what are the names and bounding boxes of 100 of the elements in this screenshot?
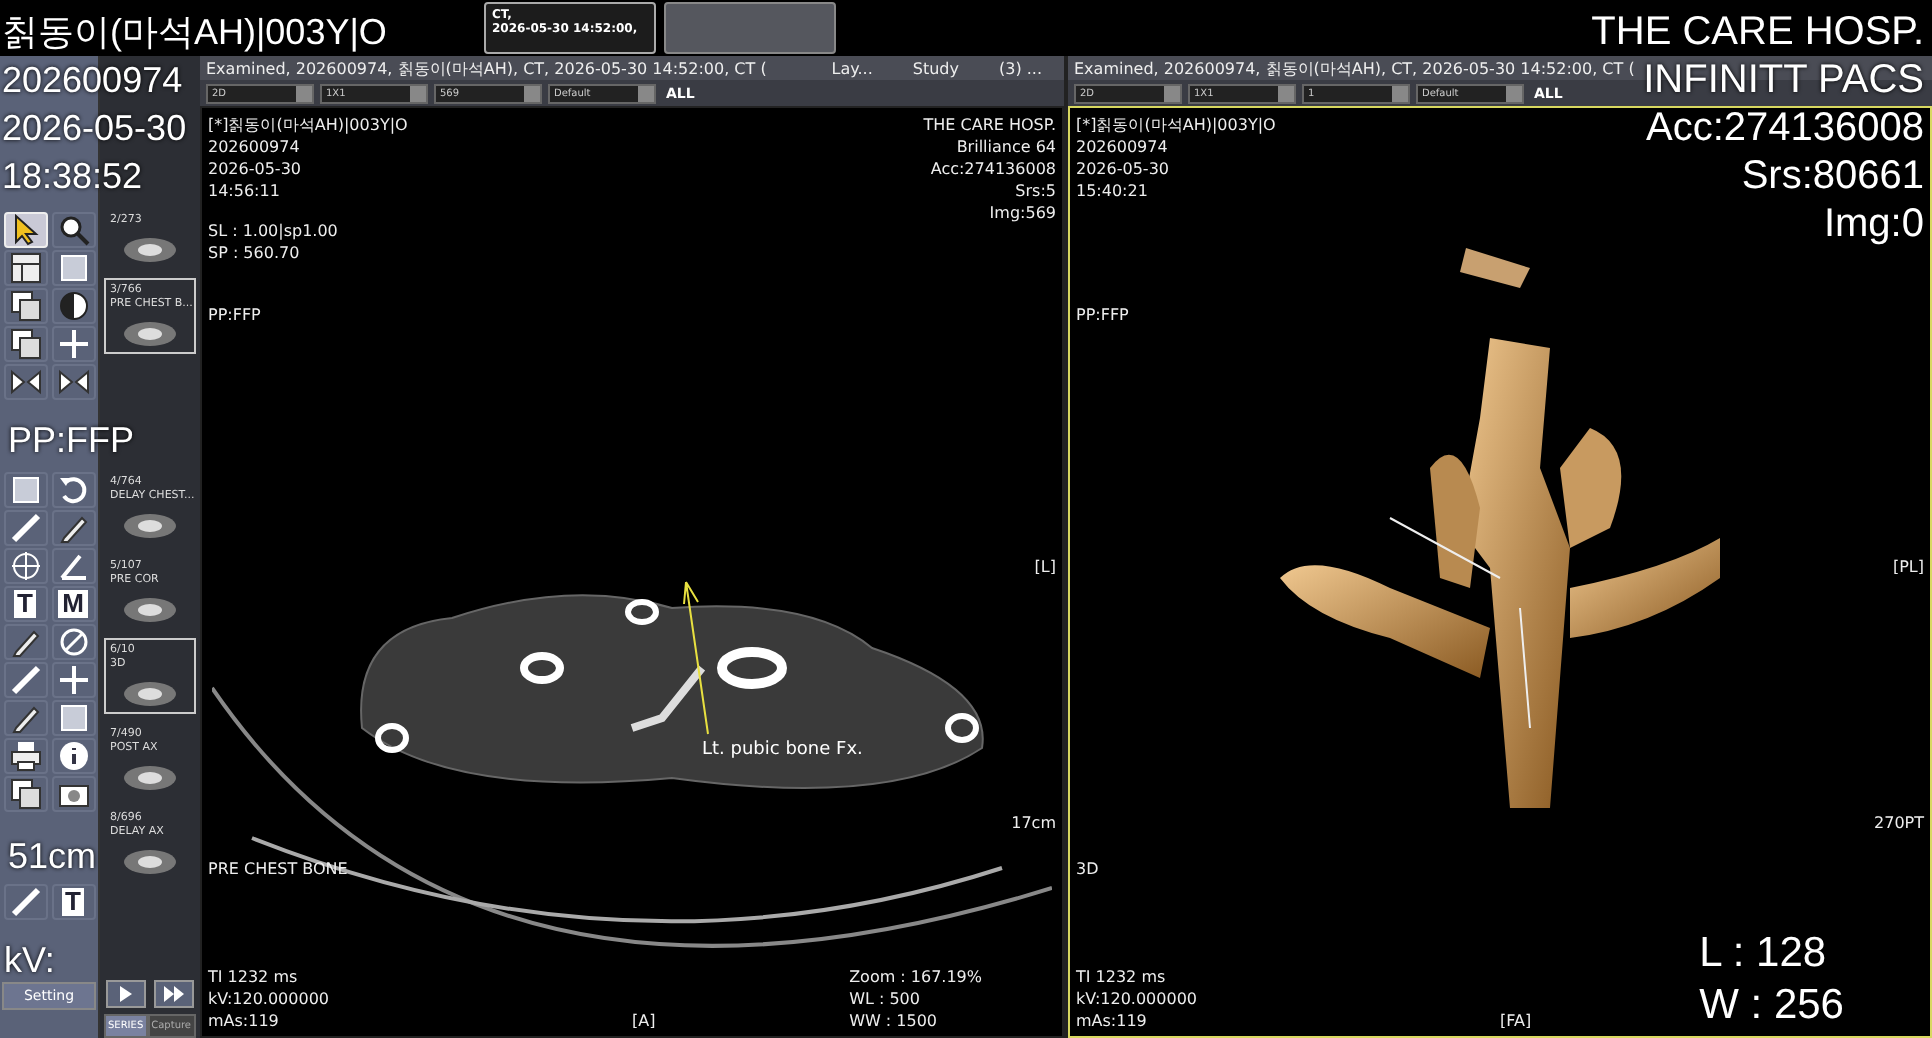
overlay-text: mAs:119 [208,1010,281,1032]
burned-in-text: Img:0 [1823,200,1924,248]
series-name: PRE CHEST BONE [208,858,348,880]
tool-button[interactable] [51,212,95,248]
tool-button[interactable]: M [51,586,95,622]
overlay-text: SP : 560.70 [208,242,302,264]
overlay-text: TI 1232 ms [1076,966,1168,988]
grid-icon [9,252,41,284]
tool-button[interactable] [51,326,95,362]
frame-icon [57,702,89,734]
tool-button[interactable] [51,738,95,774]
orientation-label: PP:FFP [1076,304,1129,326]
burned-in-text: 칡동이(마석AH)|003Y|O [2,10,387,56]
tool-button[interactable]: T [3,586,47,622]
burned-in-text: W : 256 [1699,980,1844,1032]
tool-button[interactable] [3,250,47,286]
tool-button[interactable] [3,364,47,400]
scan-thumbnail-drawing [120,760,180,792]
annotation-label: Lt. pubic bone Fx. [702,740,863,760]
scan-thumbnail-drawing [120,316,180,348]
burned-in-text: PP:FFP [8,418,135,464]
tool-button[interactable] [3,548,47,584]
ruler-icon [9,886,41,918]
target-icon [9,550,41,582]
overlay-text: Acc:274136008 [930,158,1056,180]
scan-thumbnail-drawing [120,232,180,264]
angle-icon [57,550,89,582]
tool-button[interactable] [3,738,47,774]
burned-in-text: kV: [4,938,55,984]
stack-icon [9,778,41,810]
overlay-text: 202600974 [1076,136,1170,158]
tool-button[interactable] [3,472,47,508]
scan-thumbnail-drawing [120,676,180,708]
scan-thumbnail-drawing [120,844,180,876]
tool-button[interactable] [3,510,47,546]
play-icon [118,984,134,1004]
tool-button[interactable] [51,700,95,736]
tool-button[interactable] [3,624,47,660]
tool-button[interactable] [3,288,47,324]
scale-label: 17cm [1011,812,1056,834]
burned-in-text: Acc:274136008 [1645,104,1924,152]
burned-in-text: 51cm [8,834,97,880]
tool-button[interactable] [51,776,95,812]
tool-button[interactable] [51,472,95,508]
burned-in-text: INFINITT PACS [1643,56,1924,104]
tool-button[interactable] [3,700,47,736]
tool-button[interactable] [51,662,95,698]
tool-button[interactable] [3,884,47,920]
tool-button[interactable] [51,548,95,584]
frame-icon [9,474,41,506]
overlay-text: Img:569 [989,202,1056,224]
tool-button[interactable] [51,288,95,324]
tool-button[interactable] [51,510,95,546]
overlay-text: SL : 1.00|sp1.00 [208,220,340,242]
orientation-label: [FA] [1500,1010,1532,1032]
stack-icon [9,328,41,360]
overlay-text: Zoom : 167.19% [849,966,982,988]
circle-slash-icon [57,626,89,658]
contrast-icon [57,290,89,322]
printer-icon [9,740,41,772]
image-viewport[interactable] [200,106,1064,1038]
overlay-text: 2026-05-30 [1076,158,1171,180]
burned-in-text: 202600974 [2,58,183,104]
overlay-text: kV:120.000000 [1076,988,1197,1010]
tool-button[interactable] [3,776,47,812]
burned-in-text: Srs:80661 [1741,152,1924,200]
ruler-icon [9,512,41,544]
overlay-text: WL : 500 [849,988,922,1010]
crosshair-icon [57,328,89,360]
tool-button[interactable] [51,364,95,400]
fast-forward-button[interactable] [154,980,194,1008]
frame-icon [57,252,89,284]
crosshair-icon [57,664,89,696]
tool-button[interactable] [3,662,47,698]
scan-thumbnail-drawing [120,508,180,540]
pencil-icon [57,512,89,544]
overlay-text: kV:120.000000 [208,988,329,1010]
tool-button[interactable]: T [51,884,95,920]
orientation-label: [L] [1034,556,1056,578]
orientation-label: PP:FFP [208,304,261,326]
overlay-text: Srs:5 [1015,180,1056,202]
orientation-label: [A] [632,1010,656,1032]
pencil-icon [9,626,41,658]
flip-icon [57,366,89,398]
overlay-text: [*]칡동이(마석AH)|003Y|O [208,114,408,136]
overlay-text: 14:56:11 [208,180,282,202]
play-button[interactable] [106,980,146,1008]
tool-button[interactable] [51,624,95,660]
tool-button[interactable] [51,250,95,286]
burned-in-text: 18:38:52 [2,154,143,200]
fast-forward-icon [164,984,184,1004]
overlay-text: WW : 1500 [849,1010,940,1032]
scale-label: 270PT [1874,812,1924,834]
overlay-text: 15:40:21 [1076,180,1150,202]
tool-button[interactable] [3,326,47,362]
scan-thumbnail-drawing [120,592,180,624]
overlay-text: mAs:119 [1076,1010,1149,1032]
overlay-text: Brilliance 64 [956,136,1056,158]
pencil-icon [9,702,41,734]
overlay-text: TI 1232 ms [208,966,300,988]
